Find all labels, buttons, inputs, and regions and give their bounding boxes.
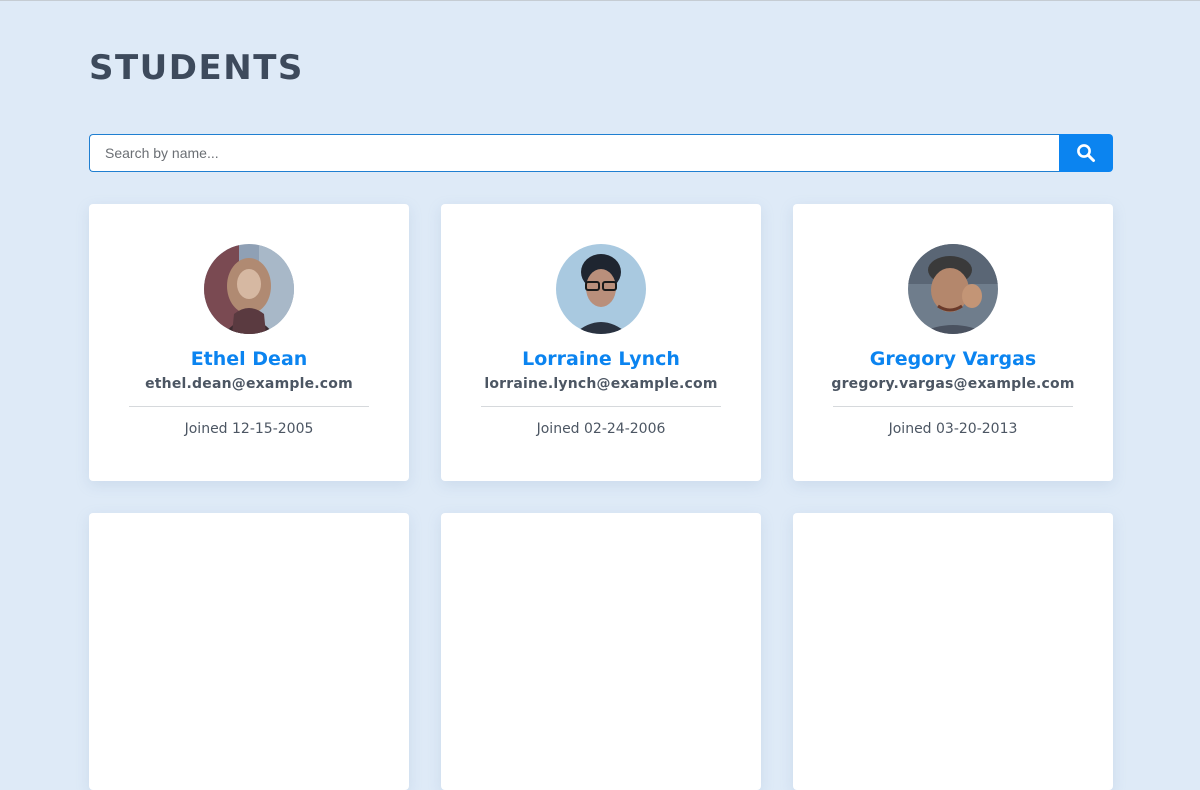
student-card[interactable]: Gregory Vargas gregory.vargas@example.co… bbox=[793, 204, 1113, 481]
student-card[interactable] bbox=[441, 513, 761, 790]
divider bbox=[129, 406, 369, 407]
student-email: lorraine.lynch@example.com bbox=[484, 376, 718, 392]
student-name: Gregory Vargas bbox=[869, 348, 1037, 370]
search-icon bbox=[1077, 144, 1095, 162]
joined-date: Joined 12-15-2005 bbox=[184, 421, 314, 437]
student-card[interactable] bbox=[793, 513, 1113, 790]
search-button[interactable] bbox=[1059, 134, 1113, 172]
joined-date: Joined 02-24-2006 bbox=[536, 421, 666, 437]
avatar bbox=[908, 244, 998, 334]
top-border bbox=[0, 0, 1200, 1]
student-email: gregory.vargas@example.com bbox=[831, 376, 1075, 392]
joined-date: Joined 03-20-2013 bbox=[888, 421, 1018, 437]
student-email: ethel.dean@example.com bbox=[145, 376, 353, 392]
search-bar bbox=[89, 134, 1113, 172]
student-card[interactable]: Lorraine Lynch lorraine.lynch@example.co… bbox=[441, 204, 761, 481]
divider bbox=[481, 406, 721, 407]
student-grid: Ethel Dean ethel.dean@example.com Joined… bbox=[89, 204, 1113, 790]
student-name: Lorraine Lynch bbox=[522, 348, 680, 370]
student-card[interactable]: Ethel Dean ethel.dean@example.com Joined… bbox=[89, 204, 409, 481]
student-card[interactable] bbox=[89, 513, 409, 790]
page-title: STUDENTS bbox=[89, 48, 304, 88]
search-input[interactable] bbox=[89, 134, 1059, 172]
avatar bbox=[556, 244, 646, 334]
divider bbox=[833, 406, 1073, 407]
student-name: Ethel Dean bbox=[190, 348, 308, 370]
avatar bbox=[204, 244, 294, 334]
